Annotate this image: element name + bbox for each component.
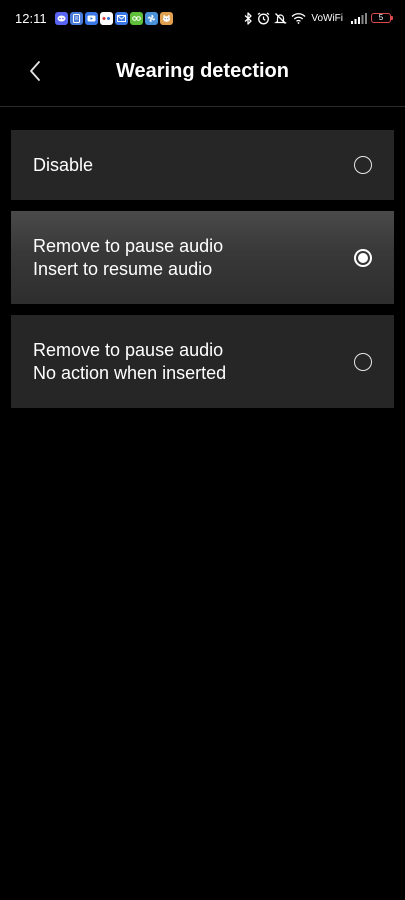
status-bar: 12:11 VoWiFi 5 [0, 0, 405, 36]
wifi-icon [291, 12, 306, 24]
wearing-detection-options: Disable Remove to pause audio Insert to … [11, 130, 394, 408]
notification-icons [54, 11, 173, 25]
radio-dot-icon [358, 252, 368, 263]
option-label-line: No action when inserted [33, 362, 227, 383]
option-label: Remove to pause audio Insert to resume a… [33, 235, 354, 281]
game-icon [129, 11, 143, 25]
option-label-line: Remove to pause audio [33, 235, 224, 256]
option-disable[interactable]: Disable [11, 130, 394, 200]
page-title: Wearing detection [116, 60, 289, 82]
signal-icon [351, 12, 367, 24]
option-label-line: Remove to pause audio [33, 339, 224, 360]
notes-icon [69, 11, 83, 25]
app-icon [99, 11, 113, 25]
mute-icon [274, 12, 288, 25]
option-label-line: Insert to resume audio [33, 258, 213, 279]
system-status-icons: VoWiFi 5 [244, 11, 393, 25]
radio-button-checked[interactable] [354, 248, 372, 267]
status-time: 12:11 [15, 10, 47, 26]
discord-icon [54, 11, 68, 25]
cat-icon [159, 11, 173, 25]
option-pause-and-resume[interactable]: Remove to pause audio Insert to resume a… [11, 211, 394, 304]
fan-icon [144, 11, 158, 25]
mail-icon [114, 11, 128, 25]
option-label: Disable [33, 154, 354, 177]
bluetooth-icon [244, 11, 253, 25]
alarm-icon [257, 11, 270, 25]
vowifi-label: VoWiFi [311, 12, 343, 24]
youtube-icon [84, 11, 98, 25]
option-pause-no-action[interactable]: Remove to pause audio No action when ins… [11, 315, 394, 408]
radio-button-unchecked[interactable] [354, 352, 372, 371]
battery-icon: 5 [371, 13, 393, 23]
radio-button-unchecked[interactable] [354, 156, 372, 174]
app-header: Wearing detection [0, 36, 405, 107]
battery-level: 5 [371, 13, 391, 23]
option-label: Remove to pause audio No action when ins… [33, 339, 354, 385]
option-label-line: Disable [33, 154, 94, 175]
